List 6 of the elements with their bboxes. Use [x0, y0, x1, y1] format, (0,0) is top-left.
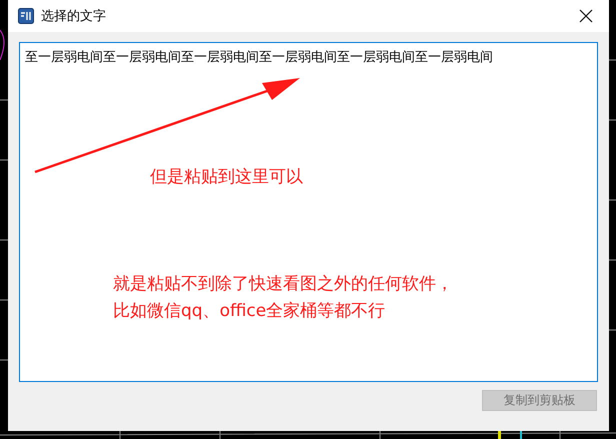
annotation-text: 但是粘贴到这里可以 — [150, 166, 303, 189]
annotation-text: 就是粘贴不到除了快速看图之外的任何软件， — [113, 273, 453, 296]
close-icon[interactable] — [579, 9, 593, 23]
app-icon — [18, 8, 34, 24]
annotation-text: 比如微信qq、office全家桶等都不行 — [113, 300, 386, 323]
window-title: 选择的文字 — [41, 8, 107, 25]
